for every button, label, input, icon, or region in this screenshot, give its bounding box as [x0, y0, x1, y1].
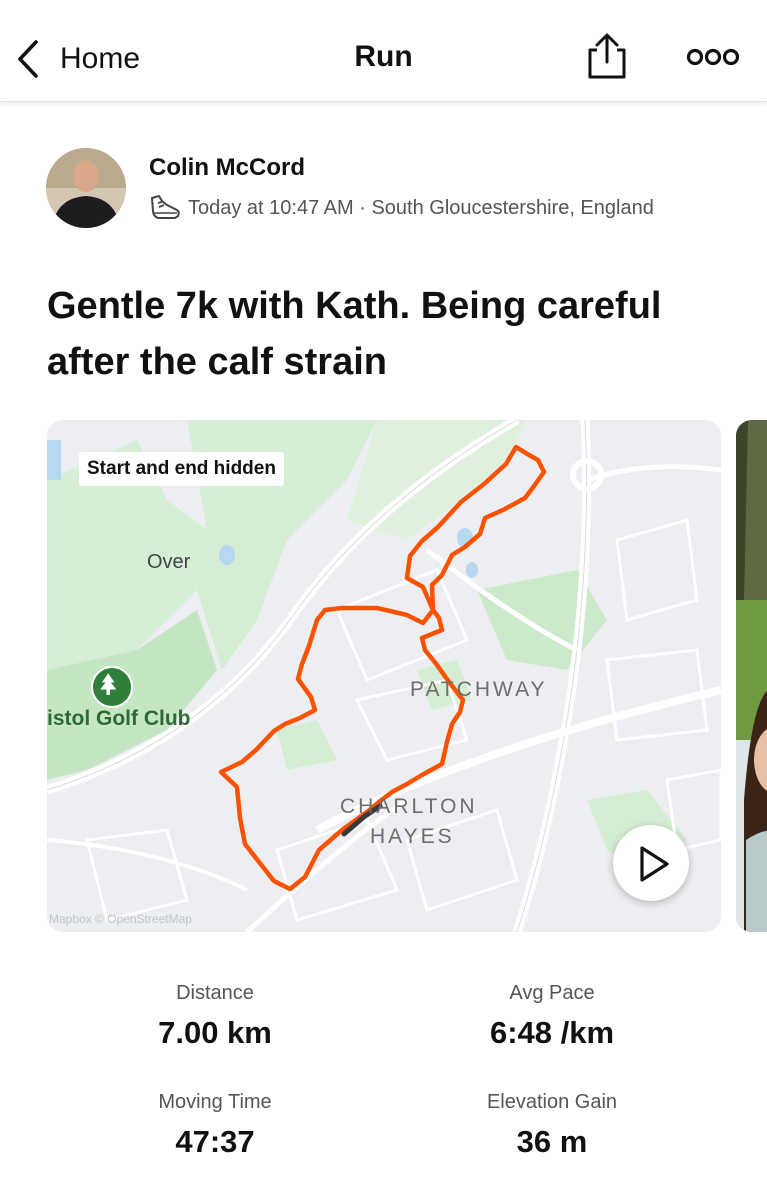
more-options-button[interactable] — [686, 42, 740, 72]
running-shoe-icon — [151, 195, 180, 219]
stat-distance: Distance 7.00 km — [55, 982, 375, 1051]
play-flyover-button[interactable] — [613, 825, 689, 901]
activity-meta-text: Today at 10:47 AM · South Gloucestershir… — [188, 196, 654, 219]
map-label-golf-club: istol Golf Club — [47, 707, 191, 730]
map-label-charlton: CHARLTON — [340, 795, 478, 818]
stat-elevation-gain: Elevation Gain 36 m — [392, 1091, 712, 1160]
map-label-over: Over — [147, 551, 191, 573]
stat-moving-time: Moving Time 47:37 — [55, 1091, 375, 1160]
tree-icon — [91, 666, 133, 708]
privacy-badge: Start and end hidden — [79, 452, 284, 486]
top-nav-bar: Home Run — [0, 0, 767, 102]
activity-photo[interactable] — [736, 420, 767, 932]
stat-value: 47:37 — [175, 1124, 255, 1159]
play-icon — [640, 846, 669, 882]
activity-title: Gentle 7k with Kath. Being careful after… — [47, 285, 662, 383]
stat-value: 36 m — [516, 1124, 588, 1159]
avatar[interactable] — [46, 148, 126, 228]
share-button[interactable] — [584, 32, 630, 80]
stat-avg-pace: Avg Pace 6:48 /km — [392, 982, 712, 1051]
stat-label: Elevation Gain — [486, 1091, 618, 1113]
route-map[interactable]: Start and end hidden Over istol Golf Clu… — [47, 420, 721, 932]
stat-value: 7.00 km — [158, 1015, 272, 1050]
page-title: Run — [354, 40, 413, 73]
athlete-name[interactable]: Colin McCord — [149, 154, 305, 182]
activity-photo-image — [736, 420, 767, 932]
activity-meta: Today at 10:47 AM · South Gloucestershir… — [148, 192, 654, 224]
stat-label: Distance — [176, 982, 254, 1004]
map-label-hayes: HAYES — [370, 825, 455, 848]
share-icon — [588, 33, 626, 79]
map-attribution: Mapbox © OpenStreetMap — [49, 912, 192, 926]
more-horizontal-icon — [686, 48, 740, 66]
avatar-photo — [46, 148, 126, 228]
stat-value: 6:48 /km — [489, 1015, 615, 1050]
stat-label: Avg Pace — [509, 982, 595, 1004]
stat-label: Moving Time — [158, 1091, 272, 1113]
map-label-patchway: PATCHWAY — [410, 678, 548, 701]
